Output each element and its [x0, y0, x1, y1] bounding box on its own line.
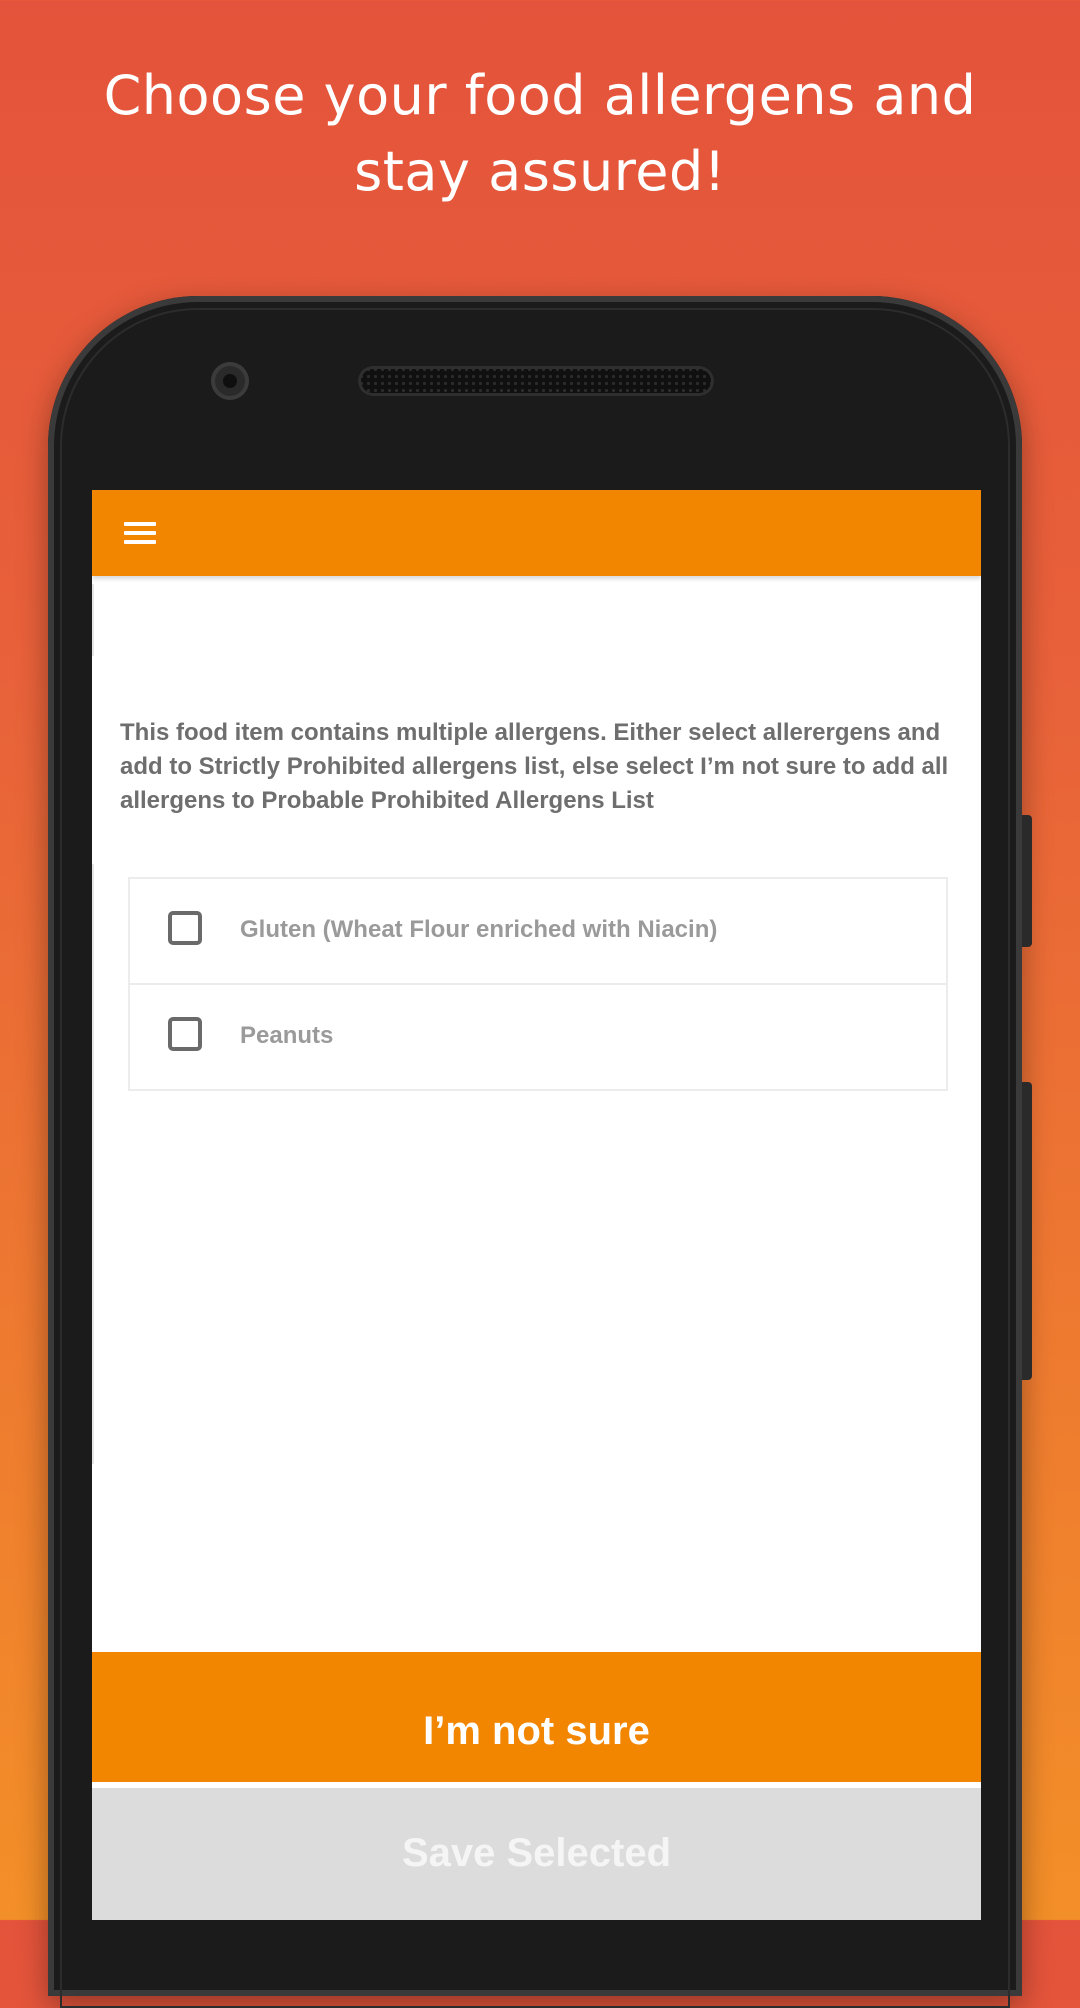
phone-screen: This food item contains multiple allerge… — [92, 490, 981, 1920]
save-selected-button[interactable]: Save Selected — [92, 1788, 981, 1920]
allergen-label: Peanuts — [240, 1022, 334, 1049]
list-item-gluten[interactable]: Gluten (Wheat Flour enriched with Niacin… — [130, 879, 946, 985]
gluten-checkbox[interactable] — [168, 911, 202, 945]
divider — [92, 864, 94, 1464]
app-bar — [92, 490, 981, 576]
phone-speaker-grille — [358, 366, 714, 396]
peanuts-checkbox[interactable] — [168, 1017, 202, 1051]
divider — [92, 584, 94, 656]
allergen-list: Gluten (Wheat Flour enriched with Niacin… — [128, 877, 948, 1091]
allergen-label: Gluten (Wheat Flour enriched with Niacin… — [240, 916, 718, 943]
allergen-info-text: This food item contains multiple allerge… — [120, 719, 949, 814]
promo-headline: Choose your food allergens and stay assu… — [103, 64, 977, 203]
not-sure-button[interactable]: I’m not sure — [92, 1652, 981, 1782]
phone-volume-button — [1022, 815, 1032, 947]
list-item-peanuts[interactable]: Peanuts — [130, 985, 946, 1089]
phone-power-button — [1022, 1082, 1032, 1380]
front-camera-icon — [211, 362, 249, 400]
hamburger-menu-icon[interactable] — [124, 520, 156, 546]
